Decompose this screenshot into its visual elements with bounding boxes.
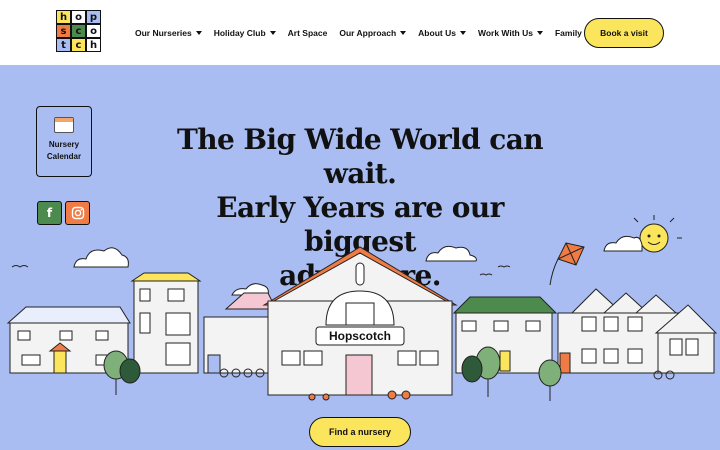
calendar-icon	[54, 117, 74, 133]
nav-item-holiday-club[interactable]: Holiday Club	[214, 28, 276, 38]
nav-item-art-space[interactable]: Art Space	[288, 28, 328, 38]
calendar-label-line2: Calendar	[46, 152, 82, 161]
nav-item-label: Work With Us	[477, 27, 533, 38]
main-nav: Our Nurseries Holiday Club Art Space Our Ap…	[135, 0, 625, 65]
logo-letter: o	[86, 24, 101, 38]
chevron-down-icon	[269, 31, 276, 35]
cloud-icon	[603, 235, 643, 252]
kite-icon	[549, 242, 585, 286]
building-sign: Hopscotch	[329, 329, 391, 343]
logo-letter: t	[56, 38, 71, 52]
town-illustration: Hopscotch	[6, 215, 718, 401]
nav-item-label: Art Space	[287, 27, 328, 38]
calendar-label-line1: Nursery	[48, 140, 80, 149]
nav-item-about-us[interactable]: About Us	[418, 28, 466, 38]
site-header: hopscotch Our Nurseries Holiday Club Art S…	[0, 0, 720, 65]
nav-item-our-nurseries[interactable]: Our Nurseries	[135, 28, 202, 38]
nav-item-label: About Us	[418, 27, 456, 38]
logo-letter: o	[71, 10, 86, 24]
logo-letter: p	[86, 10, 101, 24]
chevron-down-icon	[536, 31, 543, 35]
cloud-icon	[425, 245, 477, 262]
cloud-icon	[73, 247, 129, 268]
logo-letter: c	[71, 38, 86, 52]
logo-letter: h	[86, 38, 101, 52]
nav-item-label: Our Nurseries	[135, 27, 192, 38]
calendar-label: Nursery Calendar	[39, 139, 89, 163]
find-nursery-button[interactable]: Find a nursery	[309, 417, 411, 447]
logo-letter: h	[56, 10, 71, 24]
book-visit-button[interactable]: Book a visit	[584, 18, 664, 48]
nav-item-work-with-us[interactable]: Work With Us	[478, 28, 543, 38]
chevron-down-icon	[459, 31, 466, 35]
nav-item-label: Our Approach	[339, 27, 397, 38]
logo-letter: s	[56, 24, 71, 38]
nav-item-our-approach[interactable]: Our Approach	[339, 27, 407, 38]
nav-item-label: Holiday Club	[213, 27, 266, 38]
chevron-down-icon	[400, 31, 407, 35]
hopscotch-logo[interactable]: hopscotch	[56, 10, 102, 54]
logo-letter: c	[71, 24, 86, 38]
hero-line-1: The Big Wide World can wait.	[176, 123, 544, 190]
nursery-calendar-button[interactable]: Nursery Calendar	[36, 106, 92, 177]
chevron-down-icon	[195, 31, 202, 35]
